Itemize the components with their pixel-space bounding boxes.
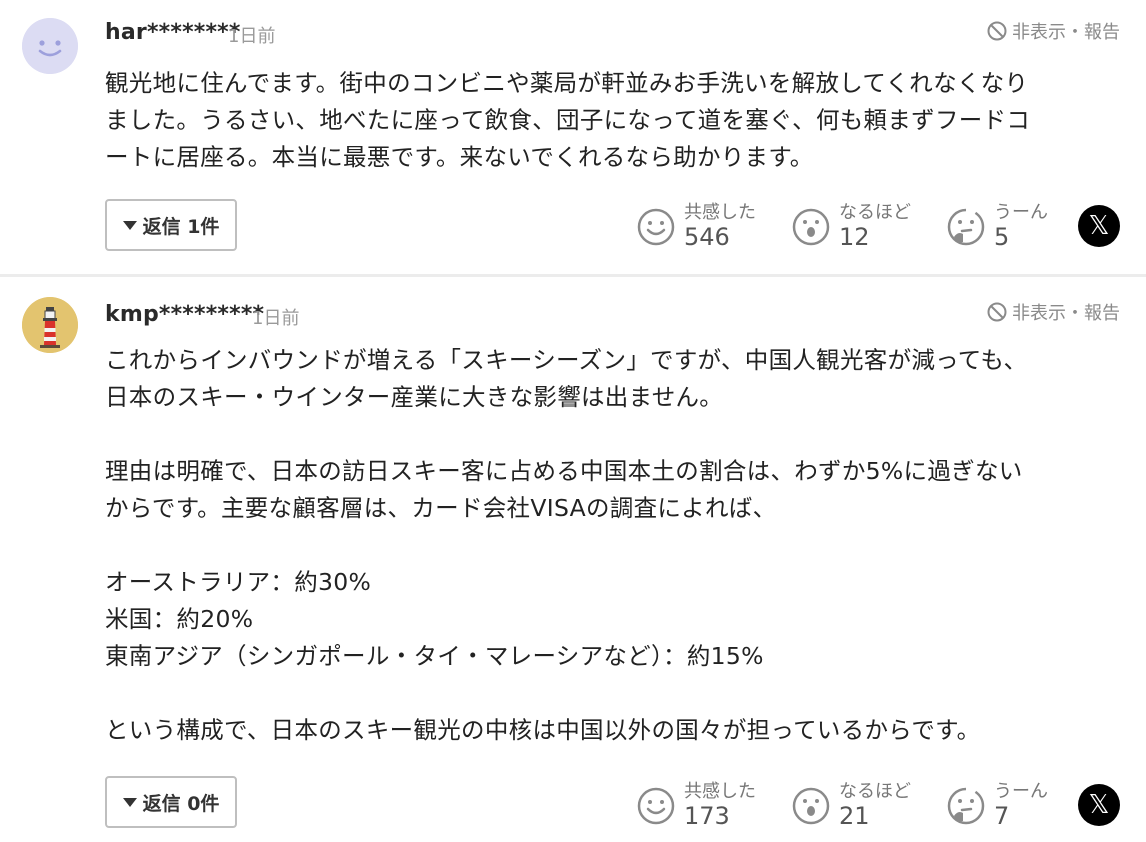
x-share-icon[interactable]: 𝕏 [1078, 784, 1120, 826]
smile-icon [637, 787, 675, 825]
thinking-icon [947, 787, 985, 825]
post-time: 1日前 [228, 26, 276, 47]
smile-icon [637, 208, 675, 246]
reaction-count: 173 [684, 802, 730, 830]
comment-body: 観光地に住んでます。街中のコンビニや薬局が軒並みお手洗いを解放してくれなくなり … [105, 65, 1106, 176]
reaction-label: うーん [994, 781, 1048, 802]
body-line: 観光地に住んでます。街中のコンビニや薬局が軒並みお手洗いを解放してくれなくなり [105, 69, 1029, 97]
body-line: これからインバウンドが増える「スキーシーズン」ですが、中国人観光客が減っても、 [105, 346, 1028, 374]
user-avatar[interactable] [22, 297, 78, 353]
smiley-face-avatar-icon [22, 18, 78, 74]
reply-toggle-button[interactable]: 返信 0件 [105, 776, 237, 828]
hide-report-link[interactable]: 非表示・報告 [986, 18, 1120, 44]
reaction-count: 12 [839, 223, 870, 251]
body-line: オーストラリア：約30% [105, 568, 372, 596]
body-line: 日本のスキー・ウインター産業に大きな影響は出ません。 [105, 383, 724, 411]
body-line: ートに居座る。本当に最悪です。来ないでくれるなら助かります。 [105, 143, 814, 171]
surprised-icon [792, 208, 830, 246]
body-line: 東南アジア（シンガポール・タイ・マレーシアなど）：約15% [105, 642, 764, 670]
caret-down-icon [122, 220, 137, 230]
body-line: ました。うるさい、地べたに座って飲食、団子になって道を塞ぐ、何も頼まずフードコ [105, 106, 1031, 134]
reaction-label: 共感した [684, 781, 756, 802]
reaction-count: 5 [994, 223, 1010, 251]
reaction-label: うーん [994, 202, 1048, 223]
x-share-icon[interactable]: 𝕏 [1078, 205, 1120, 247]
reply-label: 返信 0件 [142, 792, 220, 815]
body-line: からです。主要な顧客層は、カード会社VISAの調査によれば、 [105, 494, 777, 522]
reaction-label: なるほど [839, 202, 911, 223]
lighthouse-avatar-icon [22, 297, 78, 353]
block-icon [987, 302, 1007, 322]
reaction-count: 21 [839, 802, 870, 830]
reply-toggle-button[interactable]: 返信 1件 [105, 199, 237, 251]
body-line: という構成で、日本のスキー観光の中核は中国以外の国々が担っているからです。 [105, 716, 981, 744]
hide-report-link[interactable]: 非表示・報告 [986, 299, 1120, 325]
thinking-icon [947, 208, 985, 246]
reaction-label: なるほど [839, 781, 911, 802]
body-line: 米国：約20% [105, 605, 254, 633]
reaction-bar: 共感した 546 なるほど 12 うーん 5 [636, 198, 1056, 254]
username[interactable]: har******** [105, 20, 241, 45]
surprised-icon [792, 787, 830, 825]
username[interactable]: kmp********* [105, 302, 264, 327]
reaction-count: 546 [684, 223, 730, 251]
report-label: 非表示・報告 [1012, 22, 1120, 43]
post-time: 1日前 [252, 308, 300, 329]
comment-1: har******** 1日前 非表示・報告 観光地に住んでます。街中のコンビニ… [0, 0, 1146, 277]
comment-2: kmp********* 1日前 非表示・報告 これからインバウンドが増える「ス… [0, 277, 1146, 842]
reaction-bar: 共感した 173 なるほど 21 うーん 7 [636, 777, 1056, 833]
body-line: 理由は明確で、日本の訪日スキー客に占める中国本土の割合は、わずか5%に過ぎない [105, 457, 1023, 485]
block-icon [987, 21, 1007, 41]
report-label: 非表示・報告 [1012, 303, 1120, 324]
reaction-count: 7 [994, 802, 1010, 830]
user-avatar[interactable] [22, 18, 78, 74]
caret-down-icon [122, 797, 137, 807]
comment-body: これからインバウンドが増える「スキーシーズン」ですが、中国人観光客が減っても、 … [105, 342, 1106, 749]
reply-label: 返信 1件 [142, 215, 220, 238]
reaction-label: 共感した [684, 202, 756, 223]
